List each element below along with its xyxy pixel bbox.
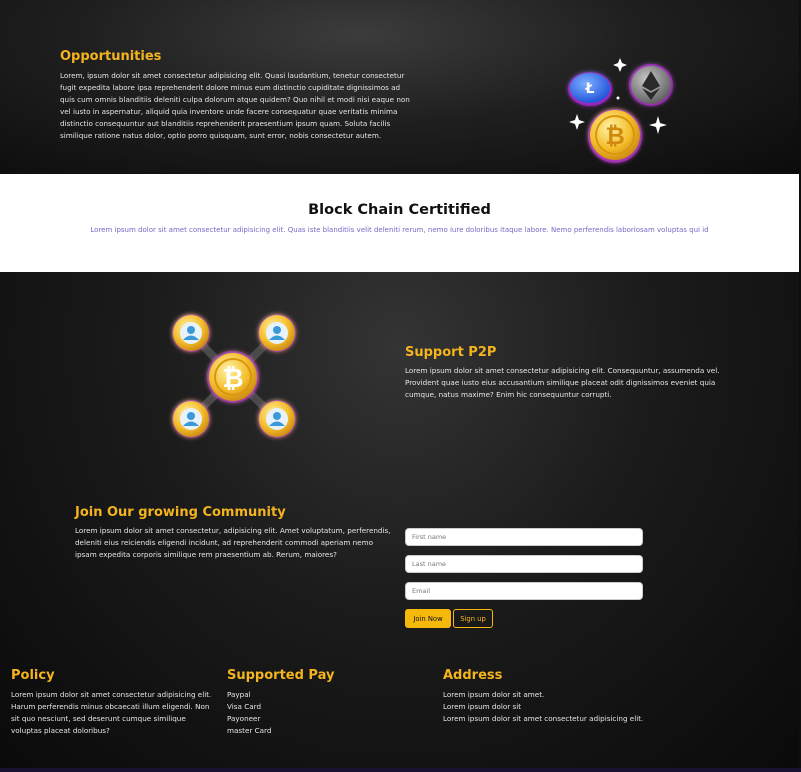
join-now-button[interactable]: Join Now [405,609,451,628]
community-title: Join Our growing Community [75,505,286,520]
opportunities-text: Lorem, ipsum dolor sit amet consectetur … [60,71,410,140]
pay-item-visa: Visa Card [227,702,262,711]
address-lines: Lorem ipsum dolor sit amet. Lorem ipsum … [443,689,703,725]
certified-title: Block Chain Certitified [308,202,491,218]
community-text: Lorem ipsum dolor sit amet consectetur, … [75,526,391,559]
first-name-input[interactable] [405,528,643,546]
certified-section: Block Chain Certitified Lorem ipsum dolo… [0,174,799,272]
pay-item-paypal: Paypal [227,690,251,699]
address-line: Lorem ipsum dolor sit amet consectetur a… [443,714,644,723]
svg-text:Ł: Ł [585,81,595,97]
support-text: Lorem ipsum dolor sit amet consectetur a… [405,366,720,399]
bottom-border [0,768,801,772]
pay-item-payoneer: Payoneer [227,714,261,723]
address-line: Lorem ipsum dolor sit amet. [443,690,545,699]
support-title: Support P2P [405,345,497,360]
address-title: Address [443,668,503,683]
pay-item-mastercard: master Card [227,726,272,735]
policy-title: Policy [11,668,55,683]
svg-text:₿: ₿ [222,364,243,394]
sign-up-button[interactable]: Sign up [453,609,493,628]
bitcoin-network-icon: ₿ [172,314,296,438]
policy-text: Lorem ipsum dolor sit amet consectetur a… [11,690,212,735]
svg-text:₿: ₿ [605,122,625,150]
certified-text: Lorem ipsum dolor sit amet consectetur a… [90,226,709,234]
crypto-coins-icon: Ł ₿ [568,58,673,163]
supported-pay-list: Paypal Visa Card Payoneer master Card [227,689,377,737]
landing-page: Opportunities Lorem, ipsum dolor sit ame… [0,0,801,772]
address-line: Lorem ipsum dolor sit [443,702,522,711]
last-name-input[interactable] [405,555,643,573]
opportunities-title: Opportunities [60,49,162,64]
supported-pay-title: Supported Pay [227,668,335,683]
email-input[interactable] [405,582,643,600]
